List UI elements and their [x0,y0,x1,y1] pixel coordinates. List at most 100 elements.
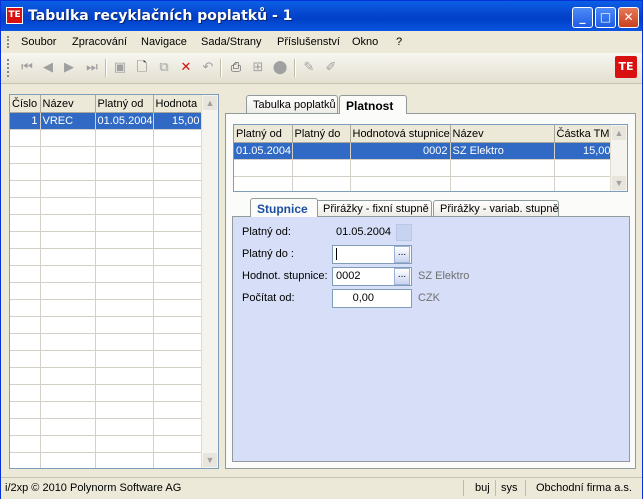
table-row[interactable] [10,163,203,181]
empty-rows [10,130,203,468]
scroll-down-button[interactable]: ▼ [203,453,217,467]
tab-stupnice[interactable]: Stupnice [250,198,318,217]
table-row[interactable] [10,180,203,198]
column-header-castka[interactable]: Částka TM [554,125,614,143]
app-window: TE Tabulka recyklačních poplatků - 1 _ □… [0,0,643,499]
records-grid[interactable]: Číslo Název Platný od Hodnota 1 VREC 01.… [9,94,219,469]
tree-icon[interactable]: ⊞ [250,60,266,76]
platny-od-picker-disabled [396,224,412,241]
cell-platny-od[interactable]: 01.05.2004 [95,112,154,130]
edit-icon[interactable]: ✎ [301,60,317,76]
print-icon[interactable]: ⎙ [228,60,244,76]
table-row[interactable] [10,231,203,249]
platnost-panel: Platný od Platný do Hodnotová stupnice N… [225,113,636,469]
status-user: buj [475,482,490,494]
edit-alt-icon[interactable]: ✐ [323,60,339,76]
table-row[interactable] [10,333,203,351]
column-header-cislo[interactable]: Číslo [10,95,41,113]
scroll-down-button[interactable]: ▼ [612,176,626,190]
new-icon[interactable]: 🗋 [134,60,150,76]
first-record-icon[interactable]: ⏮ [19,60,35,76]
tab-prirazky-fixni[interactable]: Přirážky - fixní stupně [316,200,432,217]
column-header-platny-od[interactable]: Platný od [234,125,293,143]
next-record-icon[interactable]: ▶ [61,60,77,76]
platny-do-label: Platný do : [242,248,294,260]
cell-stupnice[interactable]: 0002 [350,142,451,160]
tab-tabulka-poplatku[interactable]: Tabulka poplatků [246,95,338,114]
prev-record-icon[interactable]: ◀ [40,60,56,76]
toolbar-separator [105,59,107,77]
menu-soubor[interactable]: Soubor [21,36,56,48]
minimize-button[interactable]: _ [572,7,593,28]
menu-okno[interactable]: Okno [352,36,378,48]
table-row[interactable] [10,435,203,453]
vertical-scrollbar[interactable]: ▲ ▼ [610,125,627,191]
last-record-icon[interactable]: ⏭ [84,60,100,76]
cell-platny-do[interactable] [292,142,351,160]
brand-logo[interactable]: TE [615,56,637,78]
table-row[interactable] [10,452,203,468]
cell-platny-od[interactable]: 01.05.2004 [234,142,293,160]
stop-icon[interactable]: ⬤ [272,60,288,76]
menu-sada-strany[interactable]: Sada/Strany [201,36,262,48]
table-row[interactable] [10,197,203,215]
delete-icon[interactable]: ✕ [178,60,194,76]
table-row[interactable] [10,316,203,334]
scroll-up-button[interactable]: ▲ [203,96,217,110]
tab-platnost[interactable]: Platnost [339,95,407,114]
table-row[interactable] [234,159,614,177]
cell-nazev[interactable]: VREC [40,112,96,130]
column-header-nazev[interactable]: Název [450,125,555,143]
column-header-platny-do[interactable]: Platný do [292,125,351,143]
toolbar-grip-handle[interactable] [7,59,11,77]
cell-nazev[interactable]: SZ Elektro [450,142,555,160]
cell-cislo[interactable]: 1 [10,112,41,130]
table-row[interactable]: 01.05.2004 0002 SZ Elektro 15,00 [234,142,614,160]
table-row[interactable] [10,401,203,419]
app-icon[interactable]: TE [6,7,23,24]
pocitat-od-label: Počítat od: [242,292,295,304]
table-row[interactable] [10,299,203,317]
column-header-hodnotova-stupnice[interactable]: Hodnotová stupnice [350,125,451,143]
stupnice-picker-button[interactable]: ... [394,268,410,285]
save-icon[interactable]: ▣ [112,60,128,76]
maximize-button[interactable]: □ [595,7,616,28]
vertical-scrollbar[interactable]: ▲ ▼ [201,95,218,468]
close-button[interactable]: ✕ [618,7,639,28]
menu-zpracovani[interactable]: Zpracování [72,36,127,48]
platny-do-picker-button[interactable]: ... [394,246,410,263]
table-row[interactable] [10,130,203,147]
platny-od-label: Platný od: [242,226,291,238]
table-row[interactable] [10,418,203,436]
table-row[interactable] [10,384,203,402]
table-row[interactable] [234,176,614,191]
table-row[interactable] [10,265,203,283]
cell-hodnota[interactable]: 15,00 [153,112,203,130]
copy-icon[interactable]: ⧉ [156,60,172,76]
menu-grip-handle[interactable] [7,36,11,48]
text-caret [336,248,337,261]
undo-icon[interactable]: ↶ [200,60,216,76]
platnost-grid[interactable]: Platný od Platný do Hodnotová stupnice N… [233,124,628,192]
status-company: Obchodní firma a.s. [536,482,632,494]
column-header-platny-od[interactable]: Platný od [95,95,154,113]
table-row[interactable] [10,146,203,164]
table-row[interactable] [10,350,203,368]
stupnice-label: Hodnot. stupnice: [242,270,328,282]
column-header-nazev[interactable]: Název [40,95,96,113]
table-row[interactable]: 1 VREC 01.05.2004 15,00 [10,112,203,130]
table-row[interactable] [10,214,203,232]
menu-navigace[interactable]: Navigace [141,36,187,48]
menu-help[interactable]: ? [396,36,402,48]
table-row[interactable] [10,367,203,385]
table-row[interactable] [10,248,203,266]
status-system: sys [501,482,518,494]
tab-prirazky-variab[interactable]: Přirážky - variab. stupně [433,200,559,217]
menu-prislusenstvi[interactable]: Příslušenství [277,36,340,48]
table-row[interactable] [10,282,203,300]
title-bar[interactable]: TE Tabulka recyklačních poplatků - 1 _ □… [1,1,642,31]
column-header-hodnota[interactable]: Hodnota [153,95,203,113]
pocitat-od-input[interactable]: 0,00 [332,289,412,308]
cell-castka[interactable]: 15,00 [554,142,614,160]
scroll-up-button[interactable]: ▲ [612,126,626,140]
